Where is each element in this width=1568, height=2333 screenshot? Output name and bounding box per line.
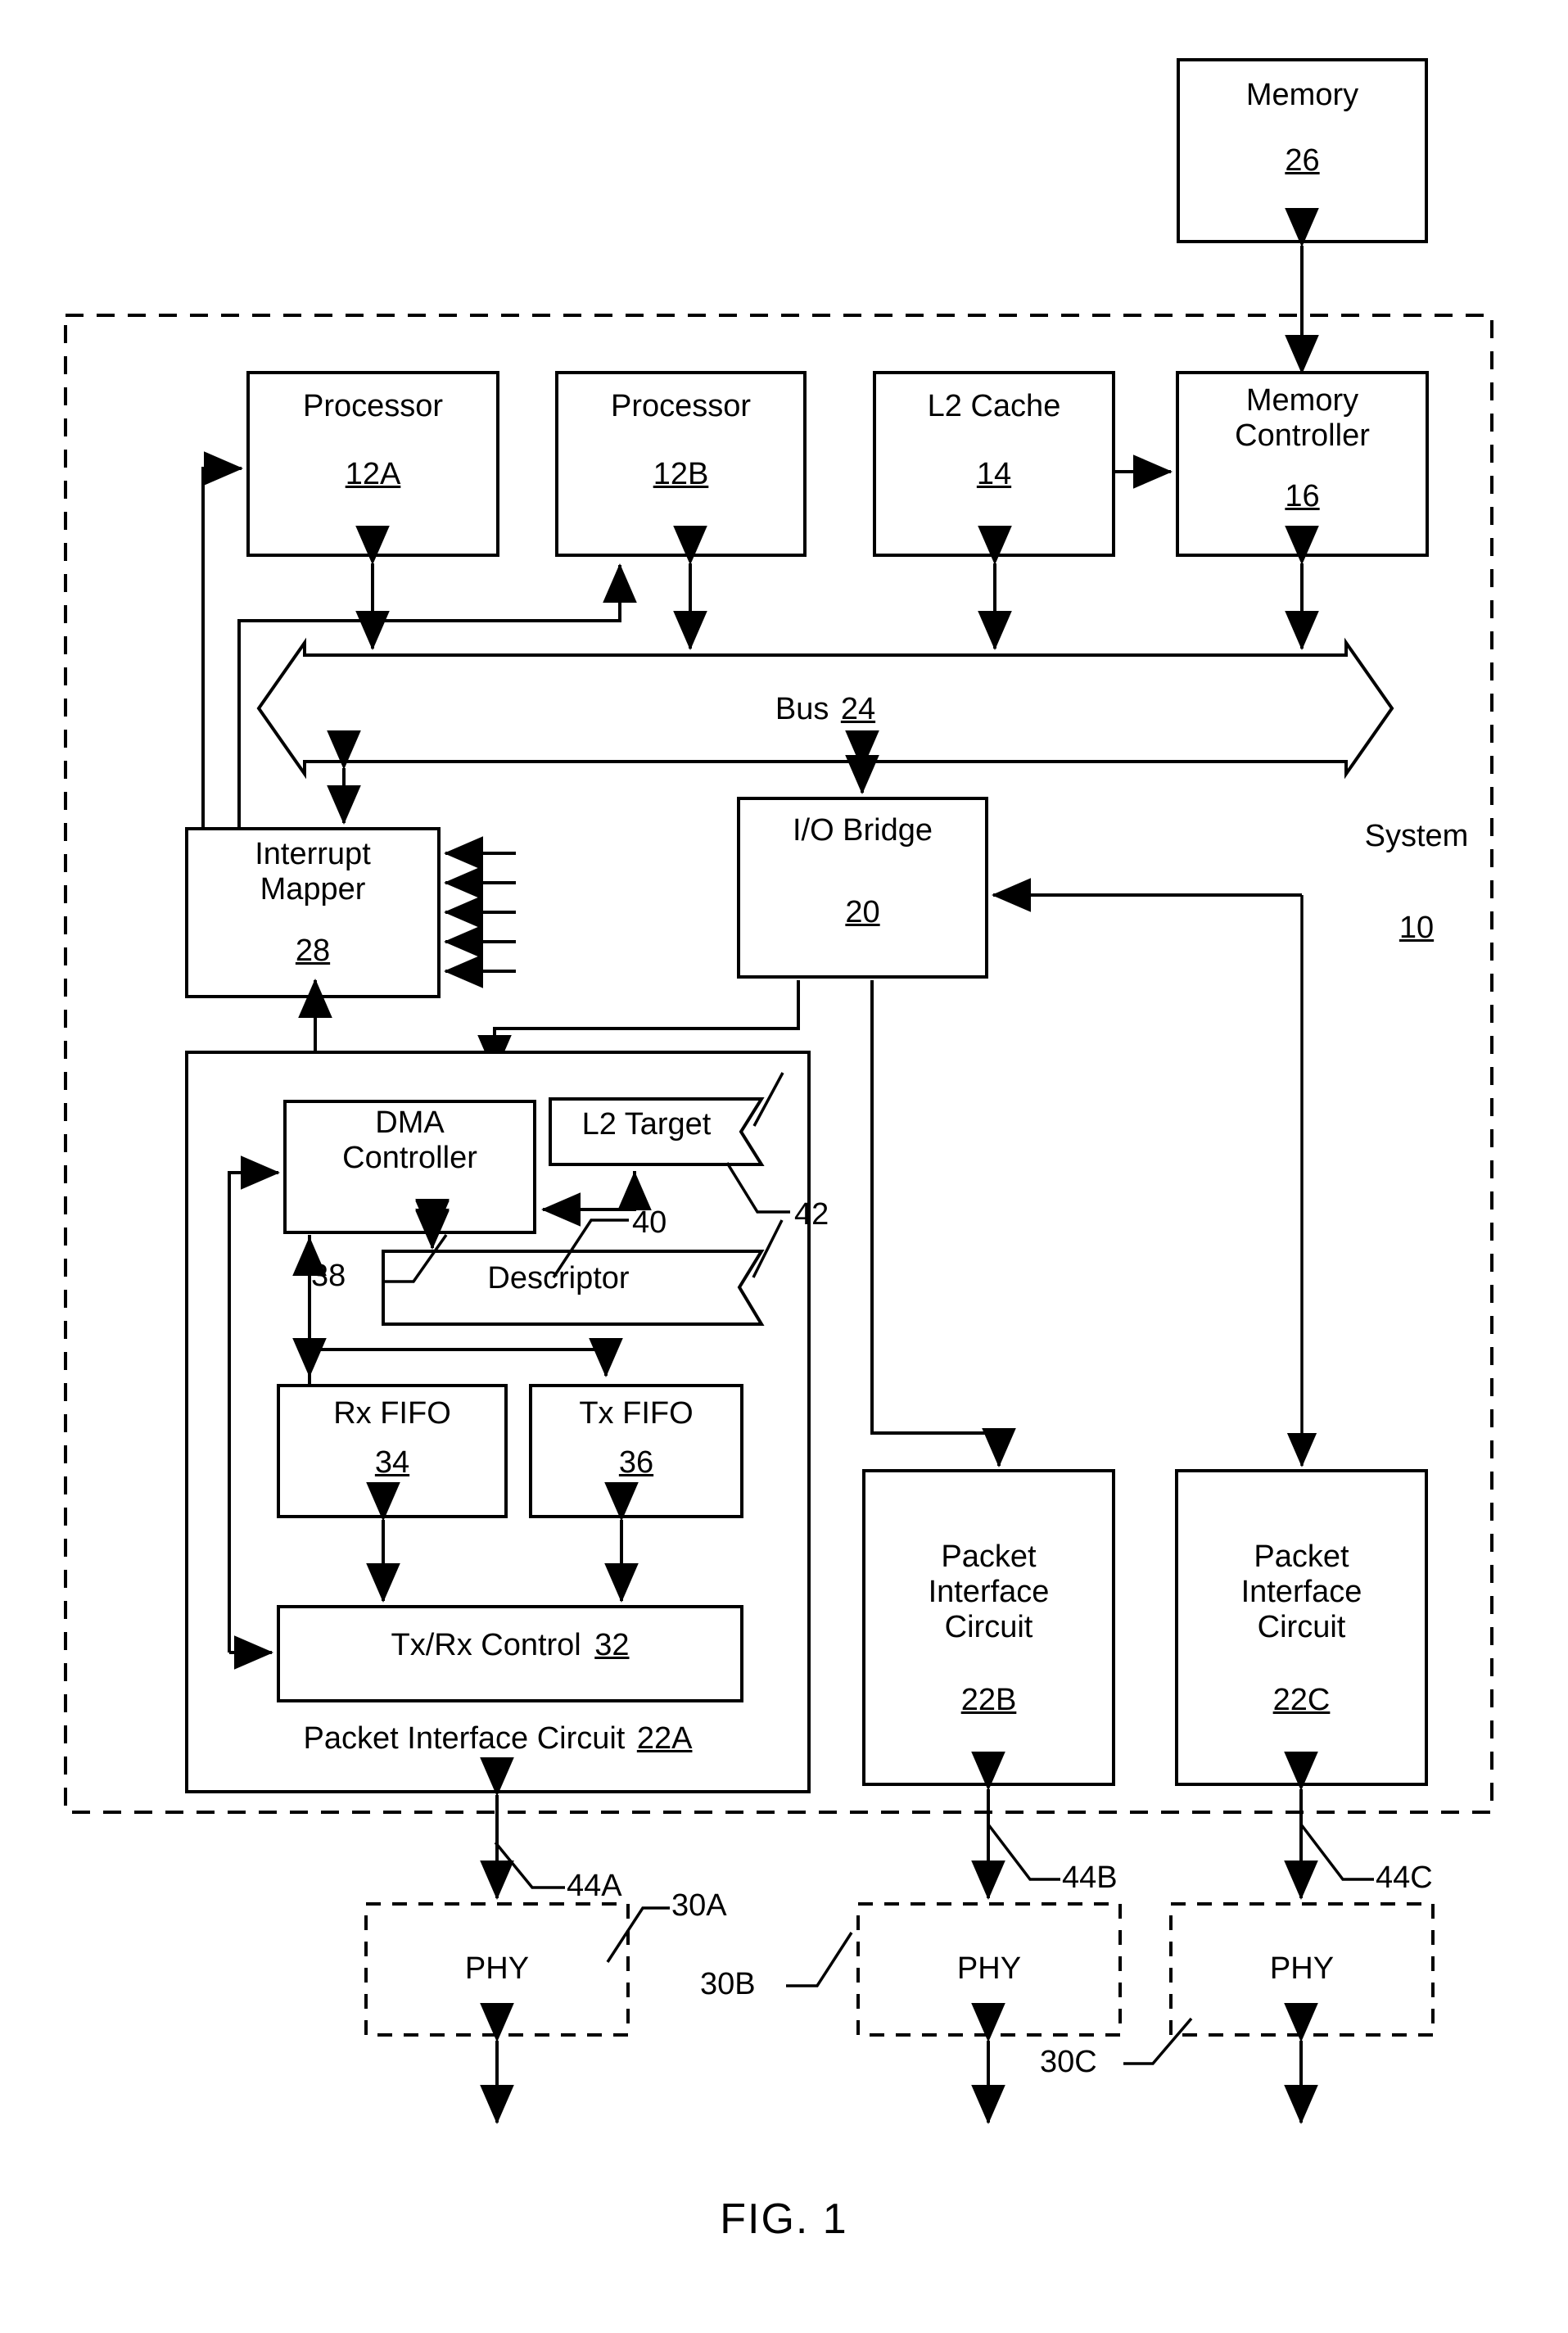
phy-a-ref: 30A — [671, 1888, 727, 1923]
memory-label: Memory — [1245, 78, 1359, 112]
system-ref: 10 — [1399, 911, 1435, 945]
processor-b-label: Processor — [610, 389, 752, 423]
tx-fifo-label: Tx FIFO — [579, 1396, 694, 1431]
packet-interface-c-label-line3: Circuit — [1257, 1610, 1346, 1644]
txrx-control-ref: 32 — [594, 1628, 630, 1662]
dma-controller-label-line1: DMA — [375, 1105, 445, 1140]
bus-ref: 24 — [840, 692, 876, 726]
txrx-control-label: Tx/Rx Control — [391, 1628, 581, 1662]
interrupt-mapper-label-line1: Interrupt — [255, 837, 371, 871]
system-label: System — [1364, 819, 1469, 853]
interrupt-mapper-ref: 28 — [295, 934, 331, 968]
phy-c-ref: 30C — [1040, 2045, 1097, 2079]
packet-interface-c-label-line2: Interface — [1240, 1575, 1362, 1609]
bus-label: Bus — [775, 692, 829, 726]
link-c-ref: 44C — [1376, 1861, 1433, 1895]
link-a-ref-leader — [494, 1841, 565, 1889]
packet-interface-c-ref: 22C — [1272, 1683, 1331, 1717]
memory-ref: 26 — [1285, 143, 1320, 178]
packet-interface-b-label-line3: Circuit — [944, 1610, 1033, 1644]
processor-b-ref: 12B — [653, 457, 709, 491]
phy-a-label: PHY — [464, 1951, 530, 1986]
l2-cache-label: L2 Cache — [927, 389, 1061, 423]
packet-interface-b-label-line1: Packet — [941, 1540, 1037, 1574]
packet-interface-b-ref: 22B — [960, 1683, 1017, 1717]
tx-fifo-ref: 36 — [618, 1445, 654, 1480]
link-b-ref-leader — [987, 1823, 1060, 1881]
dma-controller-label-line2: Controller — [342, 1141, 477, 1175]
memory-controller-ref: 16 — [1285, 479, 1320, 513]
packet-interface-a-ref: 22A — [636, 1721, 693, 1756]
io-bridge-ref: 20 — [845, 895, 880, 929]
iobridge-pic-b-route — [870, 980, 1016, 1467]
phy-b-ref: 30B — [700, 1967, 756, 2001]
l2-cache-ref: 14 — [976, 457, 1012, 491]
rx-fifo-label: Rx FIFO — [333, 1396, 451, 1431]
link-b-ref: 44B — [1062, 1861, 1118, 1895]
packet-interface-a-label: Packet Interface Circuit — [303, 1721, 626, 1756]
intmapper-processor-a-route — [201, 451, 243, 829]
processor-a-ref: 12A — [345, 457, 401, 491]
patent-figure-sheet: Memory 26 Processor 12A Processor 12B L2… — [0, 0, 1568, 2333]
figure-caption: FIG. 1 — [720, 2195, 848, 2243]
packet-interface-b-label-line2: Interface — [928, 1575, 1050, 1609]
descriptor-ref: 40 — [632, 1205, 667, 1240]
phy-c-label: PHY — [1269, 1951, 1335, 1986]
memory-controller-label-line1: Memory — [1245, 383, 1359, 418]
io-bridge-label: I/O Bridge — [792, 813, 933, 848]
phy-c-ref-leader — [1123, 2017, 1193, 2065]
link-c-ref-leader — [1299, 1823, 1374, 1881]
dma-controller-ref: 38 — [311, 1259, 346, 1293]
l2-target-label: L2 Target — [581, 1107, 712, 1142]
packet-interface-c-label-line1: Packet — [1254, 1540, 1349, 1574]
memory-controller-label-line2: Controller — [1235, 418, 1370, 453]
processor-a-label: Processor — [302, 389, 444, 423]
l2-target-ref: 42 — [794, 1197, 829, 1232]
interrupt-mapper-label-line2: Mapper — [260, 872, 366, 907]
rx-fifo-ref: 34 — [374, 1445, 410, 1480]
phy-b-ref-leader — [786, 1932, 853, 1987]
descriptor-label: Descriptor — [487, 1261, 630, 1295]
link-a-ref: 44A — [567, 1869, 622, 1903]
phy-b-label: PHY — [956, 1951, 1022, 1986]
